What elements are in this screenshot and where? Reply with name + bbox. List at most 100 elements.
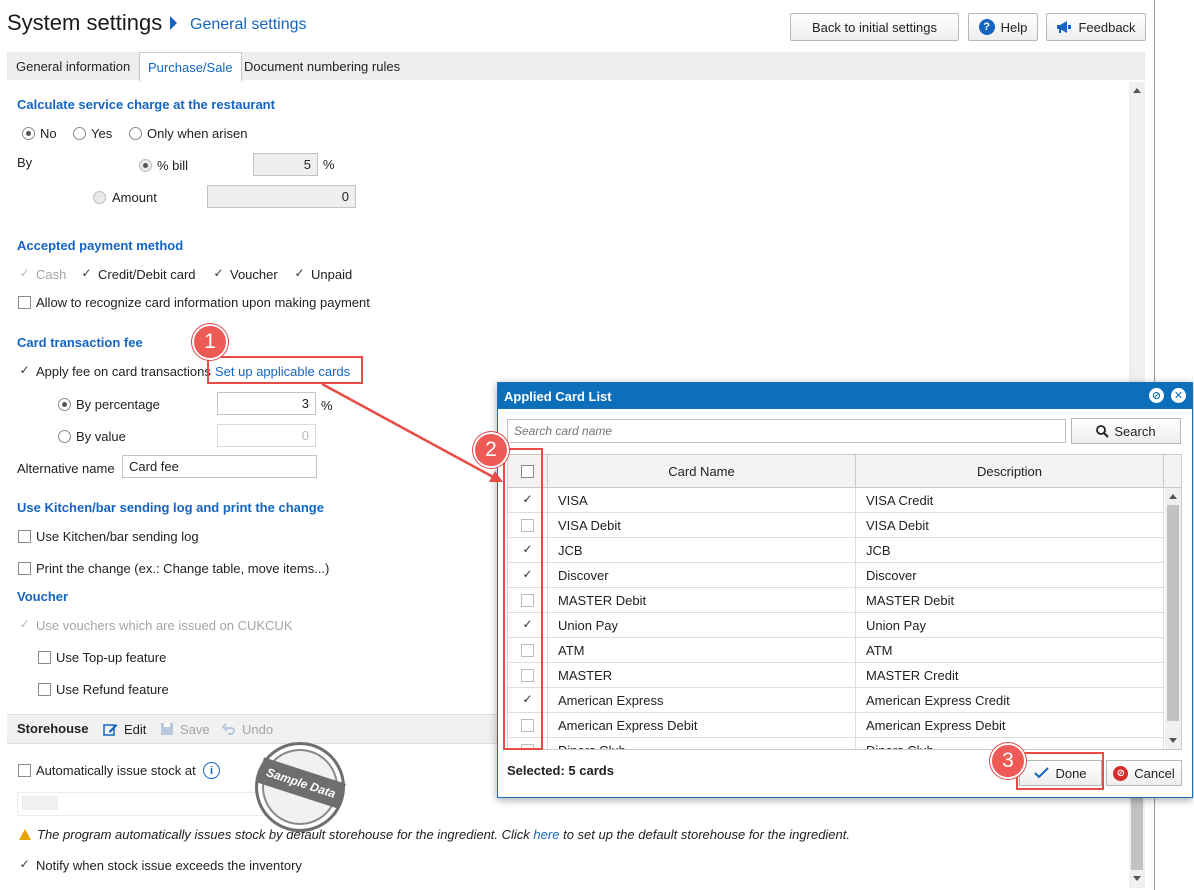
percent-bill-input[interactable]: 5 — [253, 153, 318, 176]
auto-issue-checkbox[interactable] — [18, 764, 31, 777]
description-cell: Union Pay — [856, 613, 1164, 637]
table-row[interactable]: American Express Debit American Express D… — [508, 713, 1164, 738]
auto-issue-label: Automatically issue stock at — [36, 763, 196, 778]
credit-debit-label: Credit/Debit card — [98, 267, 196, 282]
card-grid: Card Name Description ✓ VISA VISA Credit VI… — [507, 454, 1182, 750]
main-scroll-thumb[interactable] — [1131, 798, 1143, 870]
amount-label: Amount — [112, 190, 157, 205]
credit-debit-checkbox[interactable]: ✓ — [80, 267, 93, 281]
undo-button[interactable]: Undo — [242, 722, 273, 737]
unpaid-checkbox[interactable]: ✓ — [293, 267, 306, 281]
auto-issue-select-value — [22, 796, 58, 810]
use-kitchen-log-checkbox[interactable] — [18, 530, 31, 543]
dialog-title: Applied Card List — [504, 389, 612, 404]
setup-applicable-cards-link[interactable]: Set up applicable cards — [215, 364, 350, 379]
fee-percentage-input[interactable]: 3 — [217, 392, 316, 415]
notify-exceed-label: Notify when stock issue exceeds the inve… — [36, 858, 302, 873]
service-charge-no-radio[interactable] — [22, 127, 35, 140]
tab-document-numbering-rules[interactable]: Document numbering rules — [236, 52, 408, 80]
alternative-name-input[interactable]: Card fee — [122, 455, 317, 478]
description-cell: Discover — [856, 563, 1164, 587]
card-name-cell: American Express — [548, 688, 856, 712]
payment-method-title: Accepted payment method — [17, 238, 184, 253]
by-value-radio[interactable] — [58, 430, 71, 443]
warning-icon — [19, 829, 31, 840]
topup-checkbox[interactable] — [38, 651, 51, 664]
scroll-up-icon[interactable] — [1133, 88, 1141, 93]
service-charge-no-label: No — [40, 126, 57, 141]
table-row[interactable]: ATM ATM — [508, 638, 1164, 663]
save-button[interactable]: Save — [180, 722, 210, 737]
table-row[interactable]: VISA Debit VISA Debit — [508, 513, 1164, 538]
dialog-minimize-icon[interactable]: ⊘ — [1149, 388, 1164, 403]
service-charge-title: Calculate service charge at the restaura… — [17, 97, 275, 112]
service-charge-arisen-radio[interactable] — [129, 127, 142, 140]
card-name-cell: VISA Debit — [548, 513, 856, 537]
card-name-cell: Discover — [548, 563, 856, 587]
cancel-icon: ⊘ — [1113, 765, 1129, 781]
use-vouchers-checkbox[interactable]: ✓ — [18, 618, 31, 632]
tab-general-information[interactable]: General information — [8, 52, 138, 80]
service-charge-yes-radio[interactable] — [73, 127, 86, 140]
card-search-button[interactable]: Search — [1071, 418, 1181, 444]
save-icon — [161, 723, 173, 735]
storehouse-notice: The program automatically issues stock b… — [37, 827, 850, 842]
column-card-name[interactable]: Card Name — [548, 455, 856, 488]
table-row[interactable]: ✓ American Express American Express Credit — [508, 688, 1164, 713]
selected-count: Selected: 5 cards — [507, 763, 614, 778]
table-row[interactable]: MASTER MASTER Credit — [508, 663, 1164, 688]
tab-purchase-sale[interactable]: Purchase/Sale — [139, 52, 242, 81]
card-name-cell: American Express Debit — [548, 713, 856, 737]
scroll-down-icon[interactable] — [1133, 876, 1141, 881]
grid-scroll-up-icon[interactable] — [1169, 494, 1177, 499]
table-row[interactable]: ✓ VISA VISA Credit — [508, 488, 1164, 513]
feedback-button[interactable]: Feedback — [1046, 13, 1146, 41]
fee-percentage-unit: % — [321, 398, 333, 413]
by-percentage-radio[interactable] — [58, 398, 71, 411]
table-row[interactable]: ✓ Discover Discover — [508, 563, 1164, 588]
unpaid-label: Unpaid — [311, 267, 353, 282]
help-button[interactable]: ? Help — [968, 13, 1038, 41]
fee-value-input[interactable]: 0 — [217, 424, 316, 447]
back-to-initial-settings-button[interactable]: Back to initial settings — [790, 13, 959, 41]
feedback-label: Feedback — [1078, 19, 1136, 35]
notify-exceed-checkbox[interactable]: ✓ — [18, 858, 31, 872]
grid-scroll-down-icon[interactable] — [1169, 738, 1177, 743]
column-description[interactable]: Description — [856, 455, 1164, 488]
edit-icon[interactable] — [103, 722, 118, 737]
refund-checkbox[interactable] — [38, 683, 51, 696]
applied-card-list-dialog: Applied Card List ⊘ ✕ Search Card Name D… — [497, 382, 1193, 798]
dialog-close-icon[interactable]: ✕ — [1171, 388, 1186, 403]
card-search-input[interactable] — [507, 419, 1066, 443]
by-value-label: By value — [76, 429, 126, 444]
breadcrumb[interactable]: General settings — [190, 16, 307, 34]
voucher-checkbox[interactable]: ✓ — [212, 267, 225, 281]
topup-label: Use Top-up feature — [56, 650, 167, 665]
amount-input[interactable]: 0 — [207, 185, 356, 208]
back-label: Back to initial settings — [811, 19, 937, 35]
help-label: Help — [1000, 19, 1028, 35]
cancel-label: Cancel — [1134, 765, 1175, 781]
apply-fee-checkbox[interactable]: ✓ — [18, 364, 31, 378]
info-icon[interactable]: i — [203, 762, 220, 779]
kitchen-log-title: Use Kitchen/bar sending log and print th… — [17, 500, 324, 515]
recognize-card-checkbox[interactable] — [18, 296, 31, 309]
table-row[interactable]: ✓ Union Pay Union Pay — [508, 613, 1164, 638]
amount-radio[interactable] — [93, 191, 106, 204]
alternative-name-label: Alternative name — [17, 461, 115, 476]
undo-icon — [222, 723, 235, 735]
grid-scroll-thumb[interactable] — [1167, 505, 1179, 721]
done-button-highlight — [1016, 752, 1104, 790]
table-row[interactable]: MASTER Debit MASTER Debit — [508, 588, 1164, 613]
edit-button[interactable]: Edit — [124, 722, 146, 737]
description-cell: MASTER Debit — [856, 588, 1164, 612]
cancel-button[interactable]: ⊘ Cancel — [1106, 760, 1182, 786]
notice-here-link[interactable]: here — [533, 827, 559, 842]
print-change-checkbox[interactable] — [18, 562, 31, 575]
cash-checkbox[interactable]: ✓ — [18, 267, 31, 281]
percent-bill-radio[interactable] — [139, 159, 152, 172]
page-title: System settings — [7, 10, 163, 35]
checkbox-column-highlight — [503, 448, 543, 750]
table-row[interactable]: Diners Club Diners Club — [508, 738, 1164, 749]
table-row[interactable]: ✓ JCB JCB — [508, 538, 1164, 563]
